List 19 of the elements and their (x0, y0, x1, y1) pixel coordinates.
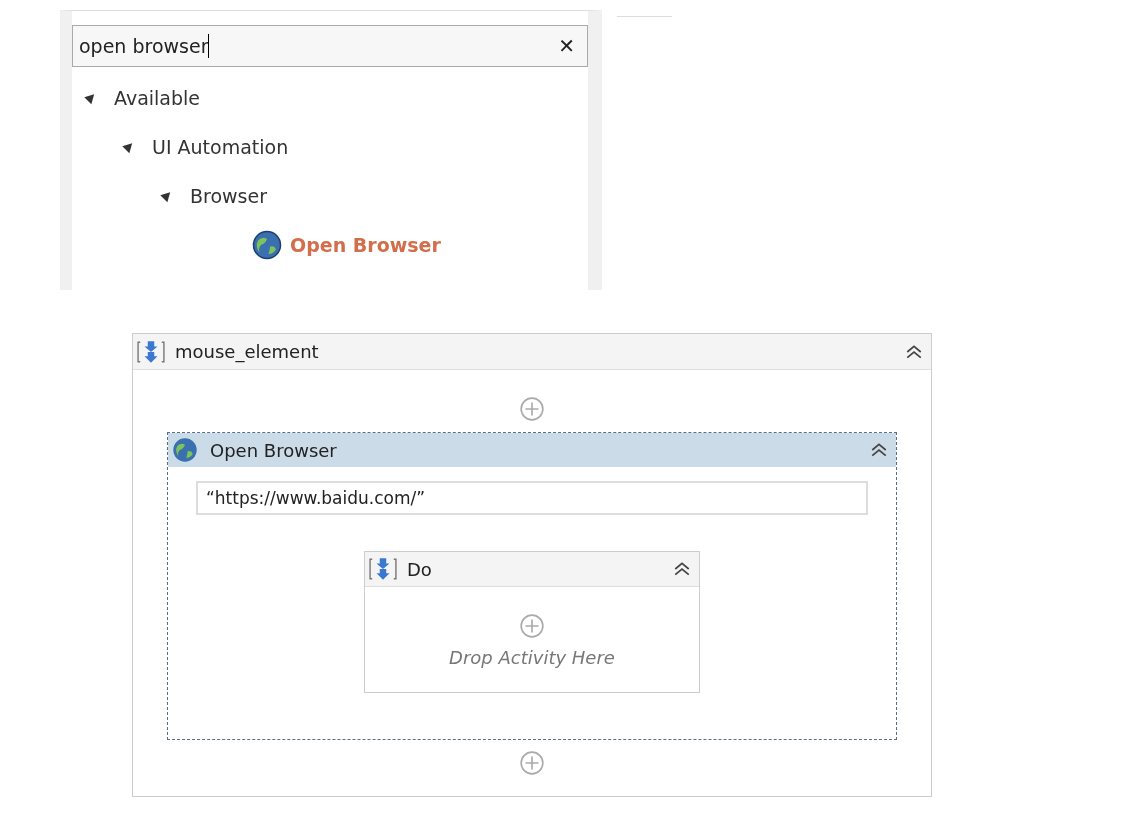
collapse-icon[interactable] (673, 561, 691, 577)
activity-card[interactable]: Open Browser “https://www.baidu.com/” Do Drop Activity Here (167, 432, 897, 740)
do-title: Do (407, 558, 432, 580)
tree-item[interactable]: Browser (190, 184, 267, 207)
search-field[interactable]: open browser ✕ (72, 25, 588, 67)
tree-item[interactable]: Available (114, 86, 200, 109)
sequence-icon (137, 339, 165, 364)
search-value: open browser (79, 35, 209, 57)
sequence-title: mouse_element (175, 341, 319, 362)
collapse-icon[interactable] (905, 343, 923, 360)
close-icon[interactable]: ✕ (552, 34, 581, 58)
drop-placeholder: Drop Activity Here (449, 647, 615, 668)
tree-item[interactable]: UI Automation (152, 135, 289, 158)
globe-icon (252, 229, 282, 260)
collapse-icon[interactable] (870, 442, 888, 458)
url-field[interactable]: “https://www.baidu.com/” (196, 481, 868, 515)
sequence-icon (369, 557, 397, 581)
activity-title: Open Browser (210, 439, 337, 461)
globe-icon (172, 437, 198, 463)
